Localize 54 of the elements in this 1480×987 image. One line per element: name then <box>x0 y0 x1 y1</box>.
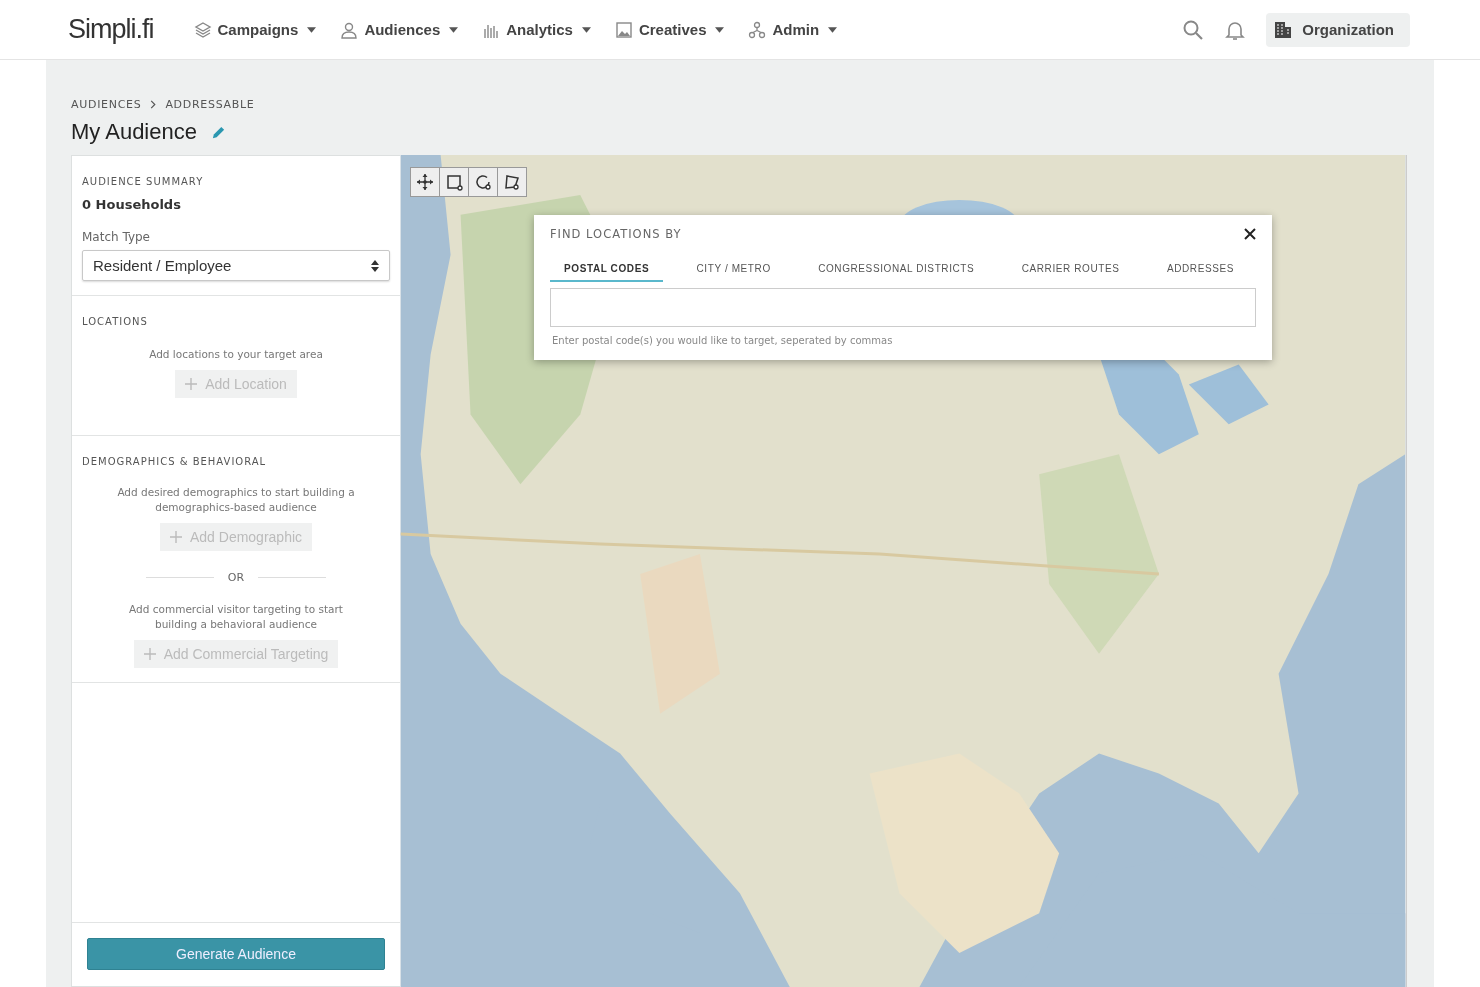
edit-icon[interactable] <box>210 124 226 140</box>
dialog-title: FIND LOCATIONS BY <box>550 227 682 241</box>
section-heading: DEMOGRAPHICS & BEHAVIORAL <box>82 456 268 467</box>
person-icon <box>340 20 359 39</box>
map-tool-button[interactable] <box>439 167 469 197</box>
map-tool-button[interactable] <box>497 167 527 197</box>
caret-icon <box>449 26 459 33</box>
layers-icon <box>193 20 212 39</box>
households-count: 0 Households <box>82 197 182 212</box>
chevron-icon <box>150 100 157 109</box>
hint-text: Add locations to your target area <box>148 347 324 362</box>
nav-menu[interactable]: Admin <box>746 16 840 43</box>
sort-arrows-icon <box>371 259 379 272</box>
rectangle-icon <box>445 173 463 191</box>
section-heading: LOCATIONS <box>82 316 149 327</box>
breadcrumb-link[interactable]: ADDRESSABLE <box>165 98 255 111</box>
plus-icon <box>143 648 156 660</box>
tab[interactable]: CITY / METRO <box>682 261 785 282</box>
map-tool-button[interactable] <box>468 167 498 197</box>
caret-icon <box>581 26 591 33</box>
circle-icon <box>474 173 492 191</box>
plus-icon <box>169 531 182 543</box>
tab[interactable]: CONGRESSIONAL DISTRICTS <box>804 261 989 282</box>
input-field[interactable] <box>550 288 1256 327</box>
nav-menu[interactable]: Audiences <box>338 16 461 43</box>
divider-label: OR <box>227 571 245 584</box>
nav-menu[interactable]: Campaigns <box>191 16 319 43</box>
tab[interactable]: CARRIER ROUTES <box>1007 261 1134 282</box>
image-icon <box>614 20 633 39</box>
caret-icon <box>715 26 725 33</box>
nav-menu[interactable]: Analytics <box>480 16 593 43</box>
section-heading: AUDIENCE SUMMARY <box>82 176 205 187</box>
match-type-select[interactable]: Resident / Employee <box>82 250 390 281</box>
hint-text: Add desired demographics to start building a demographics-based audience <box>116 485 356 515</box>
caret-icon <box>828 26 838 33</box>
caret-icon <box>307 26 317 33</box>
page-title: My Audience <box>71 119 197 145</box>
map-tool-button[interactable] <box>410 167 440 197</box>
move-icon <box>416 173 434 191</box>
logo[interactable]: Simpli.fi <box>68 14 154 45</box>
tab[interactable]: ADDRESSES <box>1152 261 1248 282</box>
polygon-icon <box>503 173 521 191</box>
organization-button[interactable]: Organization <box>1266 12 1410 47</box>
tab[interactable]: POSTAL CODES <box>550 261 664 282</box>
hint-text: Add commercial visitor targeting to start building a behavioral audience <box>128 602 344 632</box>
field-label: Match Type <box>82 230 151 244</box>
nav-menu[interactable]: Creatives <box>612 16 727 43</box>
search-icon[interactable] <box>1182 18 1205 41</box>
plus-icon <box>185 378 198 390</box>
breadcrumb-link[interactable]: AUDIENCES <box>71 98 142 111</box>
building-icon <box>1274 20 1293 39</box>
network-icon <box>748 20 767 39</box>
close-icon[interactable] <box>1244 228 1256 240</box>
help-text: Enter postal code(s) you would like to target, seperated by commas <box>552 335 894 346</box>
